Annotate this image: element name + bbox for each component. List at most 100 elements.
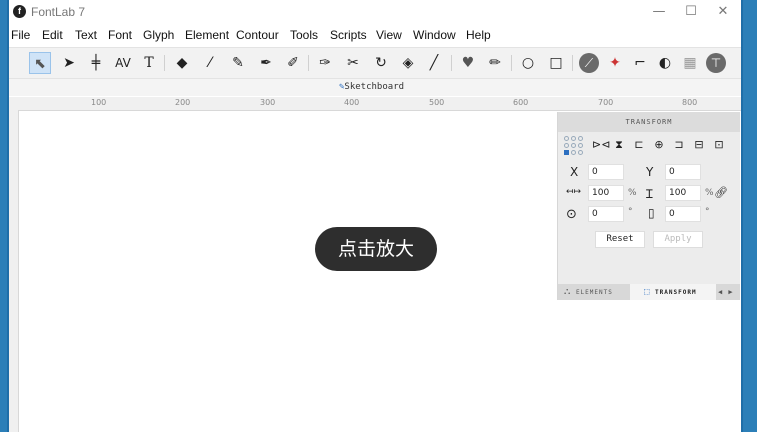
- select-tool-icon[interactable]: ⬉: [29, 52, 51, 74]
- ruler-label: 300: [260, 98, 276, 107]
- toolbar-separator: [451, 55, 452, 71]
- document-tab-bar: ✎Sketchboard: [9, 79, 741, 96]
- menu-font[interactable]: Font: [108, 28, 132, 42]
- anchor-dot[interactable]: [564, 143, 569, 148]
- anchor-dot[interactable]: [571, 143, 576, 148]
- tab-sketchboard[interactable]: ✎Sketchboard: [339, 82, 404, 92]
- ruler-label: 100: [91, 98, 107, 107]
- menu-edit[interactable]: Edit: [42, 28, 63, 42]
- pencil-tool-icon[interactable]: ✎: [227, 52, 249, 74]
- kerning-tool-icon[interactable]: AV: [112, 52, 134, 74]
- app-window: f FontLab 7 — ☐ ✕ File Edit Text Font Gl…: [7, 0, 743, 432]
- corner-tool-icon[interactable]: ⌐: [629, 52, 651, 74]
- x-label: X: [570, 165, 579, 179]
- flip-horizontal-icon[interactable]: ⊳⊲: [592, 138, 610, 152]
- anchor-dot[interactable]: [578, 143, 583, 148]
- menu-text[interactable]: Text: [75, 28, 97, 42]
- match-size-icon[interactable]: ⊡: [712, 138, 726, 152]
- eyedropper-icon[interactable]: ✏: [484, 52, 506, 74]
- menu-contour[interactable]: Contour: [236, 28, 279, 42]
- anchor-dot[interactable]: [564, 136, 569, 141]
- ellipse-tool-icon[interactable]: ○: [517, 52, 539, 74]
- close-button[interactable]: ✕: [709, 3, 737, 21]
- fontlab-logo-icon: f: [13, 5, 26, 18]
- title-bar: f FontLab 7 — ☐ ✕: [9, 0, 741, 24]
- zoom-hint-button[interactable]: 点击放大: [315, 227, 437, 271]
- ruler-label: 400: [344, 98, 360, 107]
- anchor-dot[interactable]: [571, 150, 576, 155]
- menu-scripts[interactable]: Scripts: [330, 28, 367, 42]
- knife-tool-icon[interactable]: ✑: [314, 52, 336, 74]
- minimize-button[interactable]: —: [645, 3, 673, 21]
- ruler-label: 700: [598, 98, 614, 107]
- anchor-dot[interactable]: [571, 136, 576, 141]
- hand-tool-icon[interactable]: ⟋: [579, 53, 599, 73]
- transform-icon: ⬚: [644, 287, 651, 297]
- anchor-point-selector[interactable]: [564, 136, 584, 156]
- toolbar: ⬉ ➤ ╪ AV T ◆ ⁄ ✎ ✒ ✐ ✑ ✂ ↻ ◈ ╱ ♥ ✏ ○ □ ⟋…: [9, 47, 741, 79]
- align-right-icon[interactable]: ⊐: [672, 138, 686, 152]
- toolbar-separator: [308, 55, 309, 71]
- anchor-dot-selected[interactable]: [564, 150, 569, 155]
- pen-tool-icon[interactable]: ✒: [255, 52, 277, 74]
- rapid-tool-icon[interactable]: ✐: [282, 52, 304, 74]
- width-field[interactable]: 100: [588, 185, 624, 201]
- scissors-tool-icon[interactable]: ✂: [342, 52, 364, 74]
- tab-elements[interactable]: ⛬ ELEMENTS: [558, 284, 630, 300]
- y-field[interactable]: 0: [665, 164, 701, 180]
- menu-window[interactable]: Window: [413, 28, 456, 42]
- tab-transform-label: TRANSFORM: [655, 289, 697, 296]
- slant-unit: °: [705, 207, 710, 217]
- rotate-unit: °: [628, 207, 633, 217]
- align-center-icon[interactable]: ⊕: [652, 138, 666, 152]
- anchor-dot[interactable]: [578, 150, 583, 155]
- maximize-button[interactable]: ☐: [677, 3, 705, 21]
- width-icon: ↤↦: [566, 187, 582, 197]
- reset-button[interactable]: Reset: [595, 231, 645, 248]
- panel-scroll-arrows[interactable]: ◀ ▶: [718, 284, 740, 300]
- brush-tool-icon[interactable]: ⁄: [199, 52, 221, 74]
- contrast-tool-icon[interactable]: ◐: [654, 52, 676, 74]
- menu-bar: File Edit Text Font Glyph Element Contou…: [9, 25, 741, 45]
- width-unit: %: [628, 188, 637, 198]
- tab-transform[interactable]: ⬚ TRANSFORM: [630, 284, 716, 300]
- contour-select-icon[interactable]: ➤: [58, 52, 80, 74]
- rotate-tool-icon[interactable]: ↻: [370, 52, 392, 74]
- x-field[interactable]: 0: [588, 164, 624, 180]
- metrics-tool-icon[interactable]: ╪: [85, 52, 107, 74]
- fill-tool-icon[interactable]: ◈: [397, 52, 419, 74]
- grid-tool-icon[interactable]: ▦: [679, 52, 701, 74]
- align-left-icon[interactable]: ⊏: [632, 138, 646, 152]
- panel-tab-bar: ⛬ ELEMENTS ⬚ TRANSFORM ◀ ▶: [558, 284, 740, 300]
- text-tool-icon[interactable]: T: [138, 52, 160, 74]
- apply-button[interactable]: Apply: [653, 231, 703, 248]
- slant-field[interactable]: 0: [665, 206, 701, 222]
- menu-glyph[interactable]: Glyph: [143, 28, 174, 42]
- height-field[interactable]: 100: [665, 185, 701, 201]
- flip-vertical-icon[interactable]: ⧗: [612, 138, 626, 152]
- anchor-dot[interactable]: [578, 136, 583, 141]
- panel-title: TRANSFORM: [558, 112, 740, 132]
- menu-file[interactable]: File: [11, 28, 30, 42]
- vertical-ruler: [9, 110, 19, 432]
- calligraphy-tool-icon[interactable]: ╱: [423, 52, 445, 74]
- measure-tool-icon[interactable]: ⊤: [706, 53, 726, 73]
- height-icon: Ɪ: [646, 187, 653, 201]
- heart-shape-icon[interactable]: ♥: [457, 52, 479, 74]
- rotate-field[interactable]: 0: [588, 206, 624, 222]
- menu-view[interactable]: View: [376, 28, 402, 42]
- eraser-tool-icon[interactable]: ◆: [171, 52, 193, 74]
- toolbar-separator: [572, 55, 573, 71]
- ruler-label: 800: [682, 98, 698, 107]
- menu-tools[interactable]: Tools: [290, 28, 318, 42]
- magnet-tool-icon[interactable]: ✦: [604, 52, 626, 74]
- y-label: Y: [646, 165, 654, 179]
- link-proportions-icon[interactable]: 🔗︎: [714, 186, 728, 199]
- menu-element[interactable]: Element: [185, 28, 229, 42]
- rectangle-tool-icon[interactable]: □: [545, 52, 567, 74]
- menu-help[interactable]: Help: [466, 28, 491, 42]
- tab-sketchboard-label: Sketchboard: [344, 82, 405, 92]
- distribute-icon[interactable]: ⊟: [692, 138, 706, 152]
- ruler-label: 600: [513, 98, 529, 107]
- tab-elements-label: ELEMENTS: [575, 289, 613, 296]
